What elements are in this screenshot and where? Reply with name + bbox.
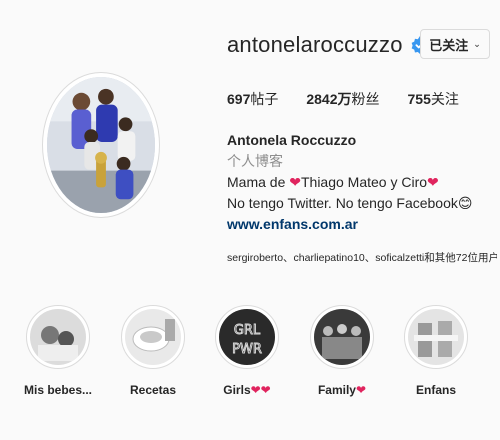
following-stat[interactable]: 755关注 [408,89,459,109]
svg-text:GRL: GRL [234,323,261,338]
following-count: 755 [407,91,431,107]
highlight-cover [408,309,464,365]
avatar-photo [47,77,155,213]
highlight-label-text: Girls [223,383,251,397]
bio-line-1-names: Thiago Mateo y Ciro [300,174,428,190]
bio-line-2: No tengo Twitter. No tengo Facebook😊 [227,193,487,214]
highlight-label: Recetas [129,383,177,397]
followers-stat[interactable]: 2842万粉丝 [306,89,379,109]
bio-line-2-text: No tengo Twitter. No tengo Facebook [227,195,458,211]
username: antonelaroccuzzo [227,32,403,57]
highlight-label: Girls❤❤ [207,383,287,397]
heart-icon: ❤ [289,174,301,190]
highlight-girls[interactable]: GRL PWR Girls❤❤ [207,305,287,397]
posts-count: 697 [227,91,251,107]
posts-label: 帖子 [250,91,279,107]
highlight-cover: GRL PWR [219,309,275,365]
highlight-cover [314,309,370,365]
followed-by-text[interactable]: sergiroberto、charliepatino10、soficalzett… [227,250,497,265]
profile-stats: 697帖子 2842万粉丝 755关注 [227,89,487,109]
profile-avatar[interactable] [42,72,160,218]
story-highlights: Mis bebes... Recetas GRL PWR Girls❤❤ Fam… [0,305,500,425]
username-row: antonelaroccuzzo [227,32,429,58]
following-button[interactable]: 已关注 ⌄ [420,29,490,59]
heart-icon: ❤❤ [250,383,271,397]
highlight-mis-bebes[interactable]: Mis bebes... [18,305,98,397]
highlight-cover [125,309,181,365]
heart-icon: ❤ [355,383,367,397]
highlight-recetas[interactable]: Recetas [113,305,193,397]
highlight-label: Enfans [415,383,456,397]
highlight-label: Mis bebes... [23,383,93,397]
profile-bio: Antonela Roccuzzo 个人博客 Mama de ❤Thiago M… [227,130,487,235]
highlight-cover [30,309,86,365]
chevron-down-icon: ⌄ [473,38,481,49]
posts-stat: 697帖子 [227,89,278,109]
account-category: 个人博客 [227,153,283,169]
bio-line-1-prefix: Mama de [227,174,290,190]
highlight-label: Family❤ [302,383,382,397]
highlight-family[interactable]: Family❤ [302,305,382,397]
highlight-enfans[interactable]: Enfans [396,305,476,397]
full-name: Antonela Roccuzzo [227,132,357,148]
following-button-label: 已关注 [429,37,469,53]
followers-label: 粉丝 [351,91,380,107]
heart-icon: ❤ [427,174,439,190]
followers-count: 2842万 [306,91,352,107]
highlight-label-text: Family [317,383,356,397]
smile-emoji-icon: 😊 [457,195,473,211]
bio-line-1: Mama de ❤Thiago Mateo y Ciro❤ [227,172,487,193]
following-label: 关注 [430,91,459,107]
profile-link[interactable]: www.enfans.com.ar [227,214,487,235]
svg-text:PWR: PWR [232,342,262,357]
